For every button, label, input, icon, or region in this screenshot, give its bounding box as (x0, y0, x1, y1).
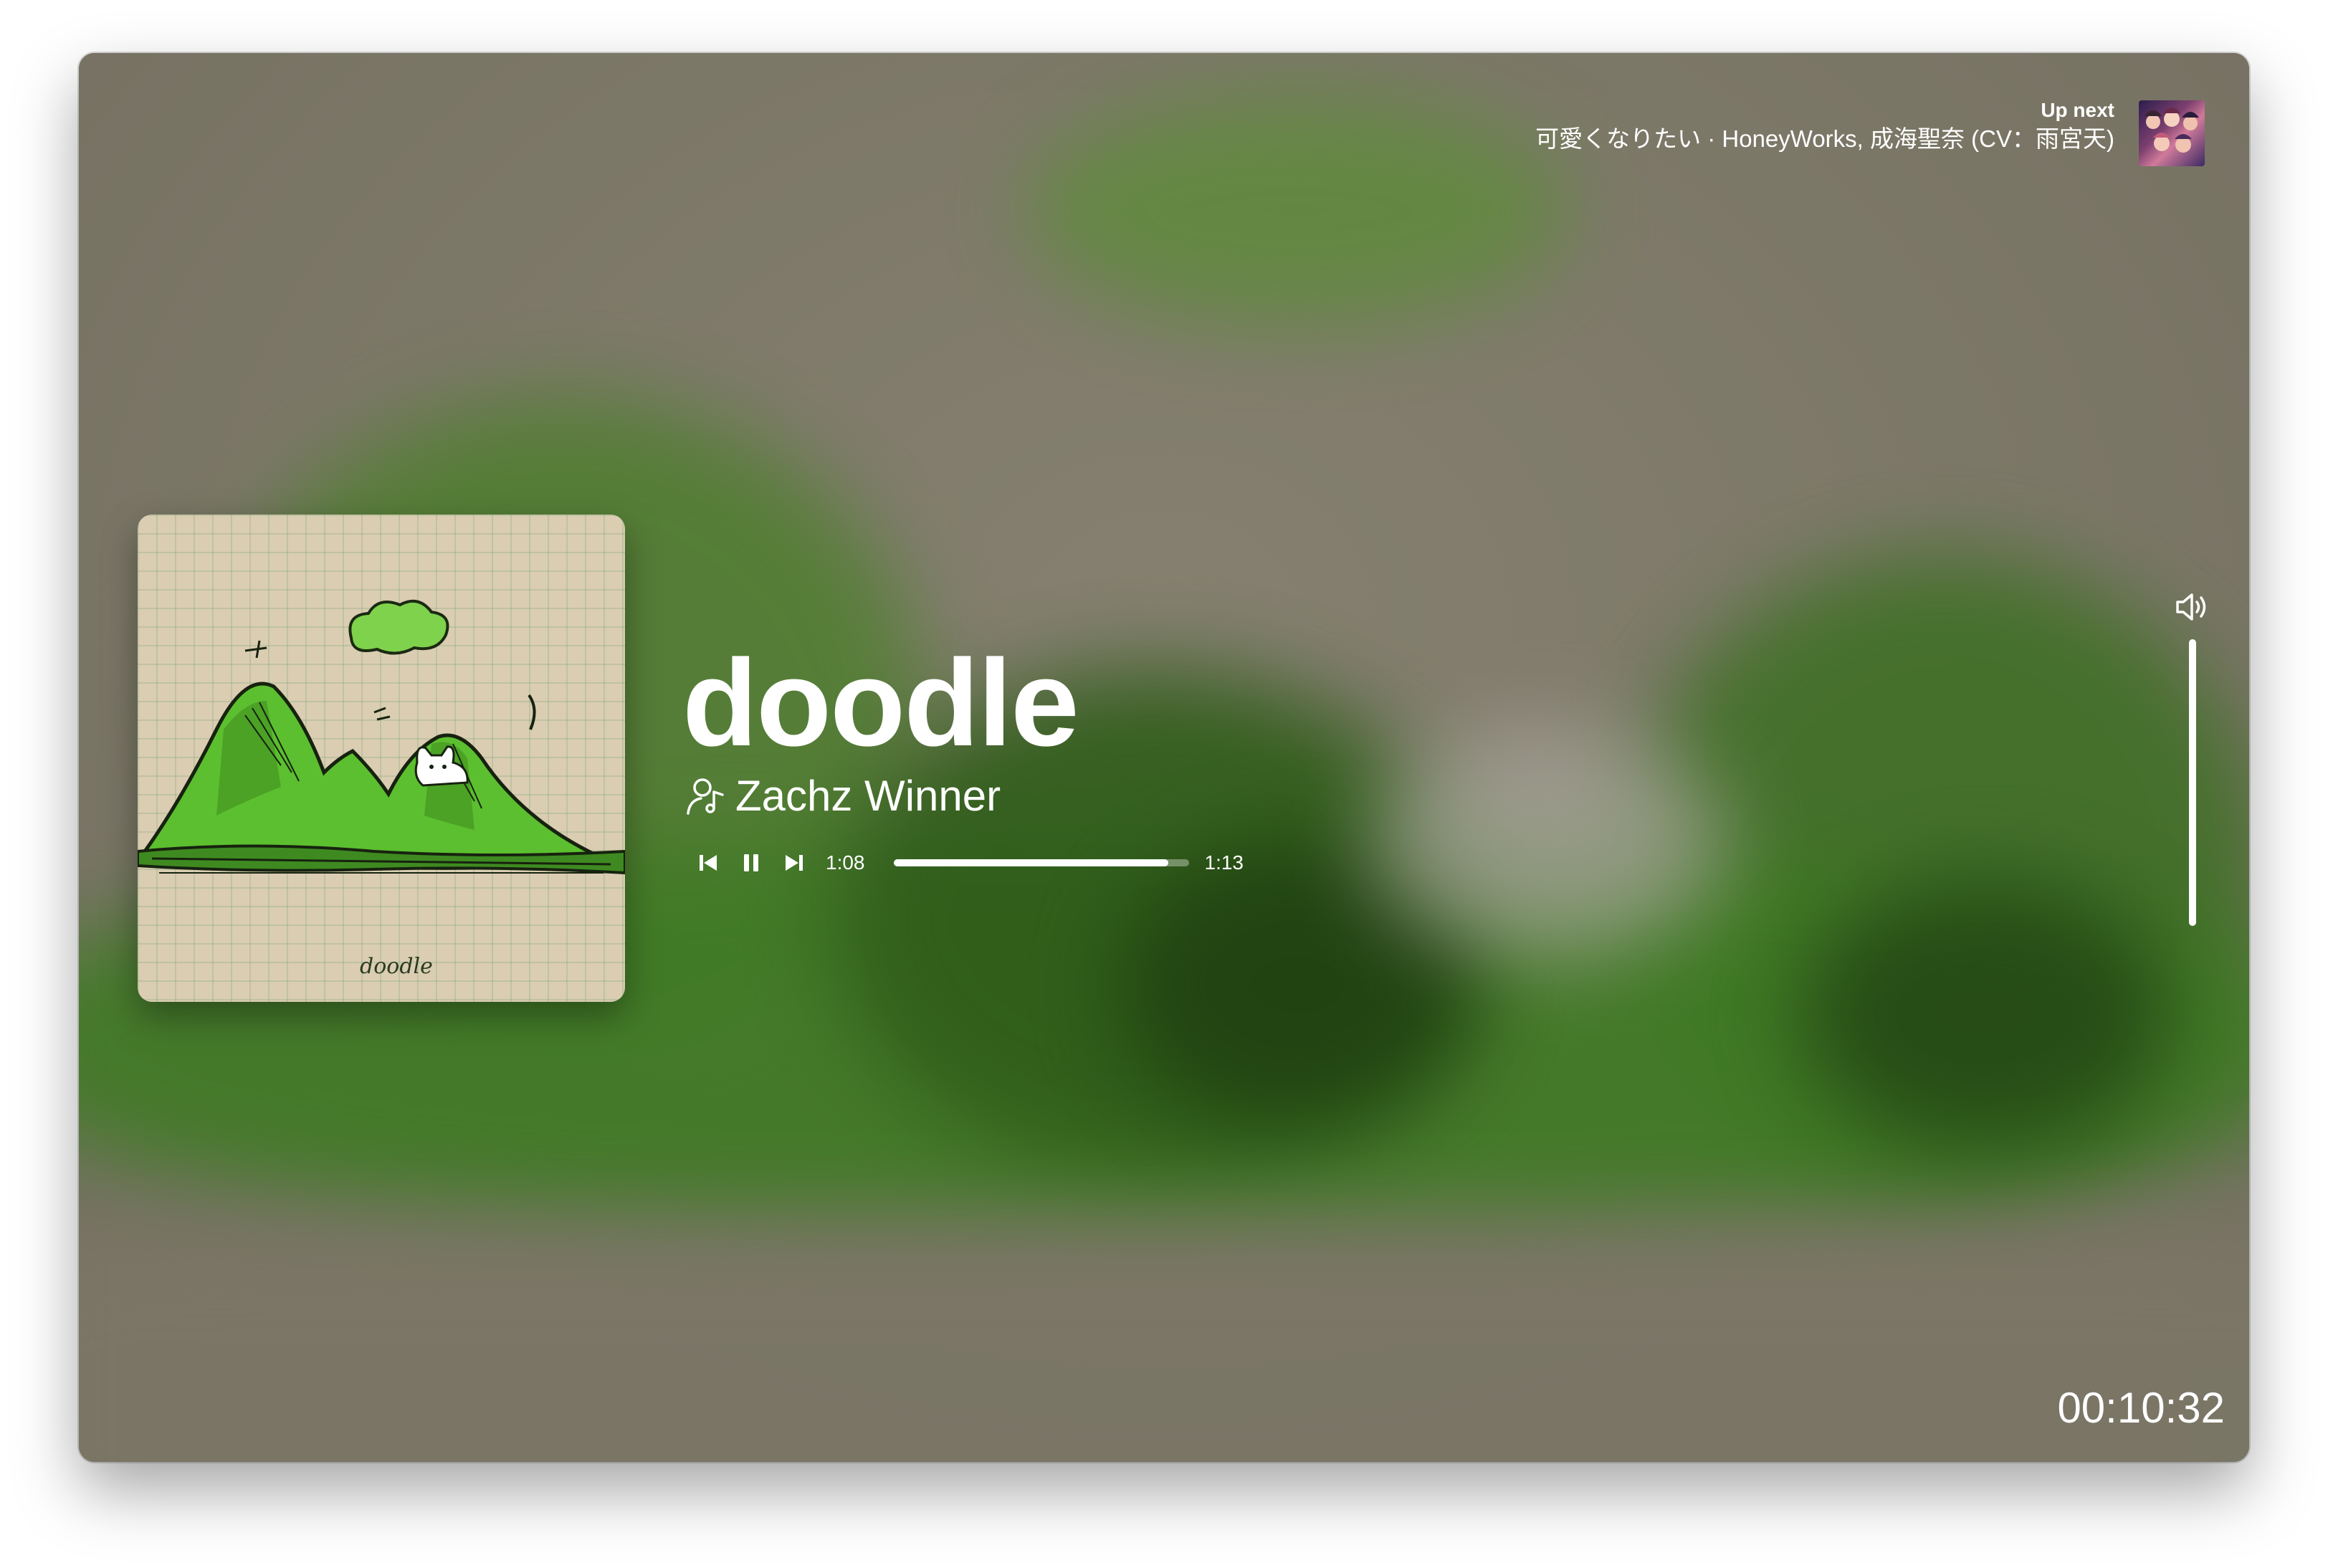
artist-row[interactable]: Zachz Winner (685, 771, 1001, 821)
song-title: doodle (682, 634, 1079, 772)
volume-icon (2176, 593, 2206, 621)
album-art: doodle (138, 515, 625, 1002)
volume-button[interactable] (2175, 591, 2212, 623)
volume-fill (2189, 639, 2196, 926)
up-next-panel[interactable]: Up next 可愛くなりたい · HoneyWorks, 成海聖奈 (CV：雨… (1535, 97, 2114, 155)
skip-next-button[interactable] (778, 847, 810, 879)
progress-bar[interactable] (893, 859, 1189, 866)
pause-button[interactable] (735, 847, 767, 879)
elapsed-time: 1:08 (826, 851, 865, 874)
skip-next-icon (786, 855, 803, 871)
duration-time: 1:13 (1204, 851, 1244, 874)
artist-name[interactable]: Zachz Winner (735, 771, 1001, 821)
skip-previous-icon (700, 855, 717, 871)
up-next-track: 可愛くなりたい · HoneyWorks, 成海聖奈 (CV：雨宮天) (1535, 125, 2114, 152)
album-art-caption: doodle (360, 954, 433, 979)
clock: 00:10:32 (2057, 1384, 2225, 1432)
artist-icon (685, 775, 728, 818)
up-next-album-art[interactable] (2139, 100, 2205, 166)
playback-controls: 1:08 1:13 (692, 844, 1244, 881)
up-next-label: Up next (2041, 99, 2114, 121)
player-window: Up next 可愛くなりたい · HoneyWorks, 成海聖奈 (CV：雨… (79, 53, 2249, 1462)
volume-slider[interactable] (2189, 639, 2196, 926)
pause-icon (744, 854, 758, 871)
skip-previous-button[interactable] (692, 847, 724, 879)
progress-fill (893, 859, 1169, 866)
